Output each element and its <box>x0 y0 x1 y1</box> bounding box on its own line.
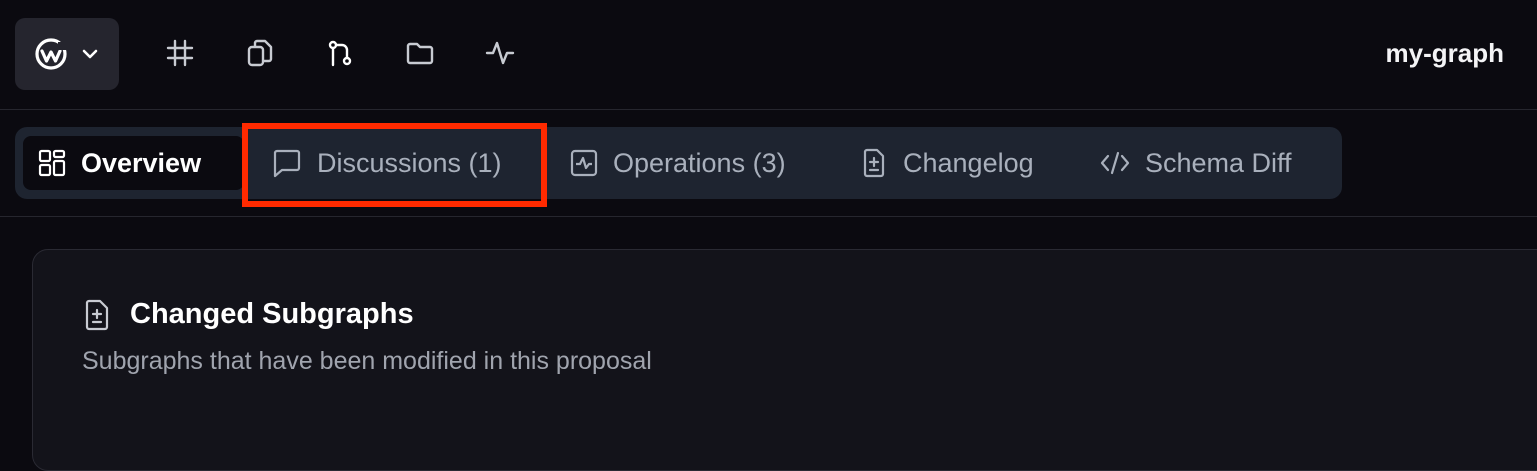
file-diff-icon <box>85 299 109 330</box>
tab-label: Overview <box>81 147 202 178</box>
graph-name: my-graph <box>1385 38 1504 68</box>
file-diff-icon <box>863 148 885 178</box>
tab-overview[interactable]: Overview <box>23 136 244 190</box>
top-bar: my-graph <box>0 0 1537 110</box>
hash-icon[interactable] <box>160 33 200 73</box>
card-title-text: Changed Subgraphs <box>130 298 414 330</box>
org-switcher-button[interactable] <box>15 18 119 90</box>
code-icon <box>1100 151 1130 175</box>
folder-icon[interactable] <box>400 33 440 73</box>
git-branch-icon[interactable] <box>320 33 360 73</box>
highlight-box <box>242 123 547 207</box>
tab-label: Changelog <box>903 147 1034 178</box>
tab-bar: Overview Discussions (1) Operations (3) … <box>15 127 1342 199</box>
card-title: Changed Subgraphs <box>82 298 414 331</box>
activity-square-icon <box>570 149 598 177</box>
tab-changelog[interactable]: Changelog <box>845 136 1048 190</box>
chevron-down-icon <box>82 49 98 59</box>
copy-icon[interactable] <box>240 33 280 73</box>
tab-operations[interactable]: Operations (3) <box>555 136 800 190</box>
tab-label: Schema Diff <box>1145 147 1292 178</box>
tab-bar-section: Overview Discussions (1) Operations (3) … <box>0 110 1537 217</box>
card-subtitle: Subgraphs that have been modified in thi… <box>82 347 652 375</box>
activity-icon[interactable] <box>480 33 520 73</box>
tab-schema-diff[interactable]: Schema Diff <box>1085 136 1306 190</box>
tab-label: Operations (3) <box>613 147 786 178</box>
grid-icon <box>38 149 66 177</box>
wundergraph-logo-icon <box>35 38 67 70</box>
